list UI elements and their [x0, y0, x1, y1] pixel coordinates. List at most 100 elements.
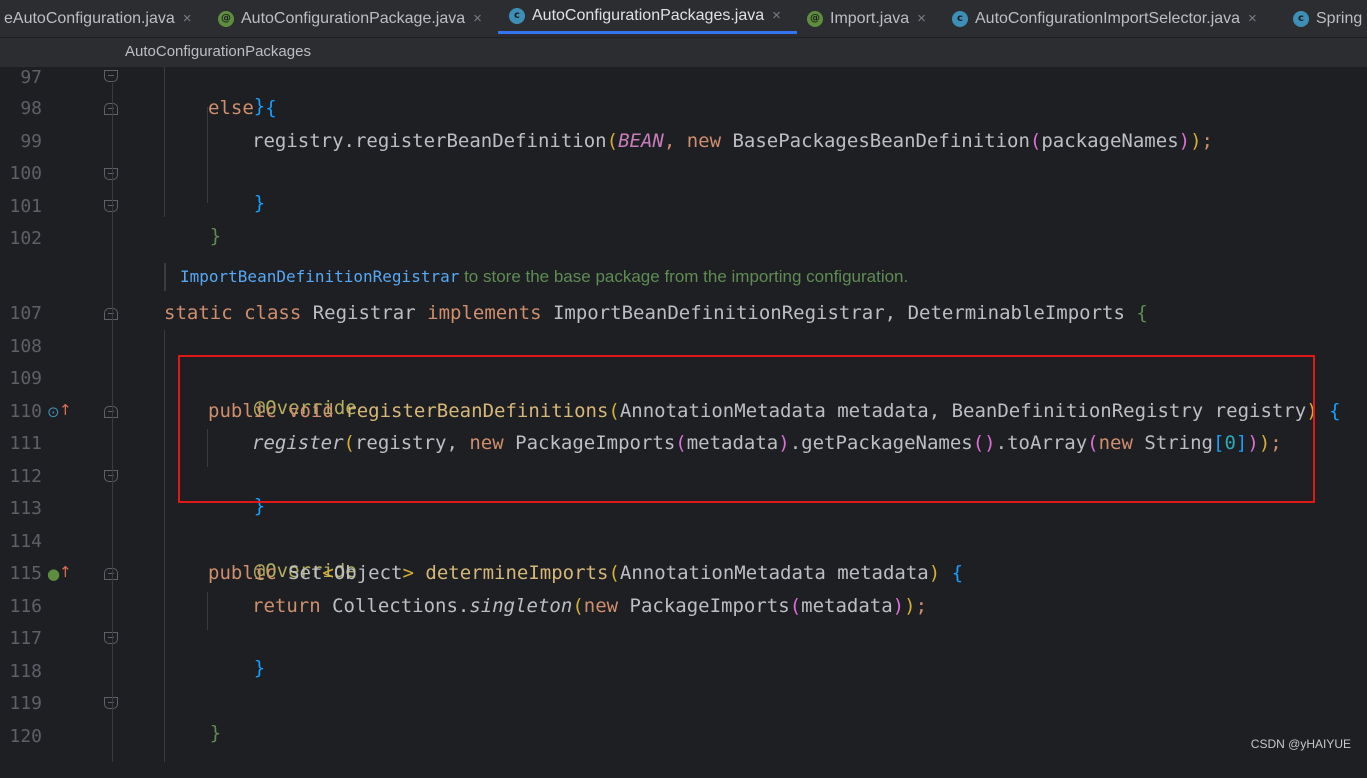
- class-icon: c: [1293, 10, 1309, 27]
- code-token: }: [209, 722, 222, 744]
- code-token: return: [252, 595, 321, 617]
- line-number: 99: [20, 131, 42, 152]
- code-token: {: [1136, 302, 1148, 324]
- tab-auto-configuration[interactable]: eAutoConfiguration.java ×: [4, 0, 192, 37]
- implements-icon[interactable]: ⊙: [47, 404, 60, 420]
- code-token: AnnotationMetadata metadata: [619, 562, 929, 584]
- code-line-101: }: [164, 191, 221, 247]
- fold-end-icon[interactable]: [104, 697, 118, 709]
- code-token: ;: [915, 595, 928, 617]
- line-number: 108: [9, 336, 42, 357]
- code-token: }: [253, 657, 266, 679]
- code-token: <: [322, 562, 334, 584]
- code-line-116: return Collections.singleton(new Package…: [252, 591, 927, 621]
- tab-label: eAutoConfiguration.java: [4, 9, 175, 27]
- code-token: ,: [663, 130, 687, 152]
- code-token: {: [1329, 400, 1341, 422]
- tab-label: Spring: [1316, 9, 1363, 27]
- line-number: 117: [9, 628, 42, 649]
- fold-end-icon[interactable]: [104, 70, 118, 82]
- class-icon: c: [952, 10, 968, 27]
- code-token: (: [789, 595, 802, 617]
- line-number: 102: [9, 228, 42, 249]
- code-token: }: [209, 225, 222, 247]
- fold-start-icon[interactable]: [104, 406, 118, 418]
- fold-end-icon[interactable]: [104, 632, 118, 644]
- code-token: ): [904, 595, 916, 617]
- arrow-up-icon[interactable]: ↑: [59, 564, 72, 580]
- code-token: BasePackagesBeanDefinition: [721, 130, 1030, 152]
- close-icon[interactable]: ×: [473, 10, 482, 27]
- close-icon[interactable]: ×: [772, 7, 781, 24]
- code-token: BEAN: [618, 130, 664, 152]
- code-token: new: [583, 595, 619, 617]
- code-line-99: registry.registerBeanDefinition(BEAN, ne…: [252, 126, 1213, 156]
- line-number: 118: [9, 661, 42, 682]
- code-token: packageNames: [1041, 130, 1179, 152]
- tab-import[interactable]: @ Import.java ×: [807, 0, 926, 37]
- code-line-119: }: [164, 688, 221, 744]
- code-token: Set: [276, 562, 323, 584]
- code-line-100: }: [208, 158, 265, 214]
- tab-label: AutoConfigurationImportSelector.java: [975, 9, 1241, 27]
- close-icon[interactable]: ×: [917, 10, 926, 27]
- fold-end-icon[interactable]: [104, 200, 118, 212]
- doc-link[interactable]: ImportBeanDefinitionRegistrar: [180, 267, 459, 286]
- line-number: 98: [20, 98, 42, 119]
- tab-label: Import.java: [830, 9, 910, 27]
- line-number: 107: [9, 303, 42, 324]
- close-icon[interactable]: ×: [1248, 10, 1257, 27]
- code-token: >: [402, 562, 414, 584]
- fold-start-icon[interactable]: [104, 103, 118, 115]
- annotation-icon: @: [807, 10, 823, 27]
- code-token: public: [208, 562, 277, 584]
- code-token: static class: [164, 302, 302, 324]
- close-icon[interactable]: ×: [183, 10, 192, 27]
- tab-spring[interactable]: c Spring: [1293, 0, 1362, 37]
- line-number: 119: [9, 693, 42, 714]
- line-number: 109: [9, 368, 42, 389]
- code-token: ): [1178, 130, 1191, 152]
- code-token: implements: [427, 302, 542, 324]
- code-token: (: [572, 595, 584, 617]
- fold-end-icon[interactable]: [104, 470, 118, 482]
- code-token: }: [253, 192, 266, 214]
- fold-start-icon[interactable]: [104, 308, 118, 320]
- tab-auto-configuration-package[interactable]: @ AutoConfigurationPackage.java ×: [218, 0, 482, 37]
- code-token: PackageImports: [618, 595, 790, 617]
- code-token: Collections.: [320, 595, 470, 617]
- tab-auto-configuration-import-selector[interactable]: c AutoConfigurationImportSelector.java ×: [952, 0, 1257, 37]
- arrow-up-icon[interactable]: ↑: [59, 402, 72, 418]
- rendered-doc-comment: ImportBeanDefinitionRegistrar to store t…: [164, 263, 908, 291]
- code-token: {: [951, 562, 964, 584]
- code-token: (: [1029, 130, 1042, 152]
- code-token: ;: [1201, 130, 1213, 152]
- line-gutter: 97 98 99 100 101 102 107 108 109 110 111…: [0, 67, 150, 762]
- fold-start-icon[interactable]: [104, 568, 118, 580]
- annotation-icon: @: [218, 10, 234, 27]
- code-line-114: @Override: [208, 526, 357, 582]
- line-number: 110: [9, 401, 42, 422]
- line-number: 115: [9, 563, 42, 584]
- code-token: {: [265, 97, 277, 119]
- code-line-97: }: [208, 61, 265, 117]
- line-number: 97: [20, 67, 42, 88]
- breadcrumb-item[interactable]: AutoConfigurationPackages: [125, 43, 311, 60]
- line-number: 116: [9, 596, 42, 617]
- line-number: 100: [9, 163, 42, 184]
- code-token: ): [1190, 130, 1202, 152]
- line-number: 120: [9, 726, 42, 747]
- code-token: metadata: [801, 595, 893, 617]
- line-number: 101: [9, 196, 42, 217]
- code-token: (: [606, 130, 619, 152]
- gutter-divider: [112, 83, 113, 762]
- editor-tab-bar: eAutoConfiguration.java × @ AutoConfigur…: [0, 0, 1367, 38]
- watermark: CSDN @yHAIYUE: [1250, 737, 1351, 751]
- tab-auto-configuration-packages[interactable]: c AutoConfigurationPackages.java ×: [498, 0, 797, 34]
- breadcrumb: AutoConfigurationPackages: [0, 38, 1367, 67]
- highlight-annotation-box: [178, 355, 1315, 503]
- code-token: Registrar: [301, 302, 428, 324]
- tab-label: AutoConfigurationPackages.java: [532, 6, 765, 24]
- fold-end-icon[interactable]: [104, 168, 118, 180]
- line-number: 114: [9, 531, 42, 552]
